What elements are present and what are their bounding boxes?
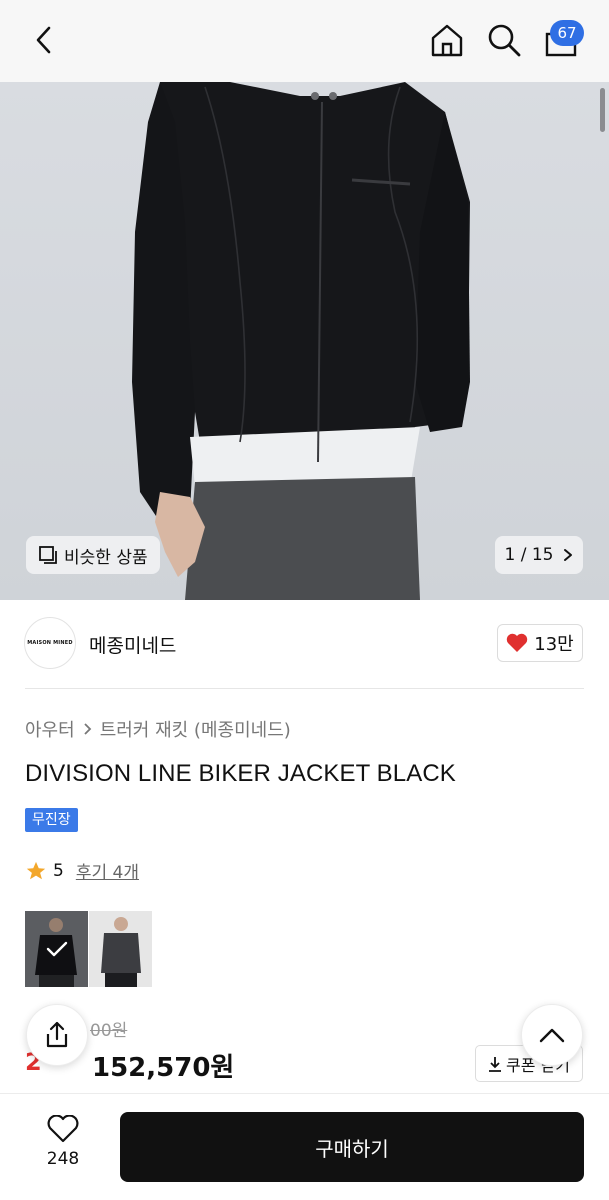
top-nav-bar: 67 — [0, 0, 609, 82]
page-scrollbar[interactable] — [600, 88, 605, 132]
wishlist-count: 248 — [46, 1149, 80, 1169]
page-indicator-text: 1 / 15 — [504, 545, 554, 565]
heart-filled-icon — [507, 633, 528, 652]
scroll-to-top-button[interactable] — [521, 1004, 583, 1066]
color-option-thumb[interactable] — [89, 911, 152, 987]
image-page-indicator[interactable]: 1 / 15 — [495, 536, 583, 574]
heart-outline-icon — [47, 1115, 79, 1143]
breadcrumb-category[interactable]: 아우터 — [25, 716, 75, 742]
product-title: DIVISION LINE BIKER JACKET BLACK — [25, 760, 456, 787]
home-icon — [431, 24, 463, 57]
brand-logo[interactable]: MAISON MINED — [24, 617, 76, 669]
product-image-carousel[interactable] — [0, 82, 609, 600]
product-tag-badge: 무진장 — [25, 808, 78, 832]
similar-icon — [39, 546, 57, 564]
share-icon — [46, 1021, 68, 1048]
similar-products-label: 비슷한 상품 — [64, 547, 148, 568]
download-icon — [489, 1056, 502, 1072]
rating-row: 5 후기 4개 — [25, 858, 139, 883]
brand-logo-text: MAISON MINED — [27, 640, 73, 646]
brand-name[interactable]: 메종미네드 — [89, 631, 176, 658]
share-button[interactable] — [26, 1004, 88, 1066]
color-option-thumb-selected[interactable] — [25, 911, 88, 987]
rating-score: 5 — [53, 860, 64, 881]
wishlist-button[interactable]: 248 — [30, 1115, 96, 1169]
star-icon — [26, 861, 46, 879]
divider — [25, 688, 584, 689]
search-button[interactable] — [484, 18, 524, 62]
brand-like-button[interactable]: 13만 — [497, 624, 583, 662]
sale-price: 152,570원 — [92, 1053, 235, 1083]
chevron-right-icon — [84, 723, 91, 735]
home-button[interactable] — [427, 18, 467, 62]
breadcrumb: 아우터 트러커 재킷 (메종미네드) — [25, 716, 291, 742]
thumb-photo — [89, 911, 152, 987]
back-arrow-icon — [36, 26, 51, 54]
cart-count-badge: 67 — [550, 20, 584, 46]
original-price: 00원 — [90, 1021, 128, 1041]
product-photo — [132, 82, 470, 600]
search-icon — [488, 24, 521, 57]
brand-like-count: 13만 — [534, 634, 574, 655]
thumb-photo — [25, 911, 88, 987]
breadcrumb-subcategory[interactable]: 트러커 재킷 (메종미네드) — [100, 716, 291, 742]
chevron-right-icon — [564, 549, 573, 561]
chevron-up-icon — [539, 1028, 565, 1043]
buy-button[interactable]: 구매하기 — [120, 1112, 584, 1182]
similar-products-button[interactable]: 비슷한 상품 — [26, 536, 160, 574]
back-button[interactable] — [24, 18, 64, 62]
review-link[interactable]: 후기 4개 — [76, 858, 139, 883]
